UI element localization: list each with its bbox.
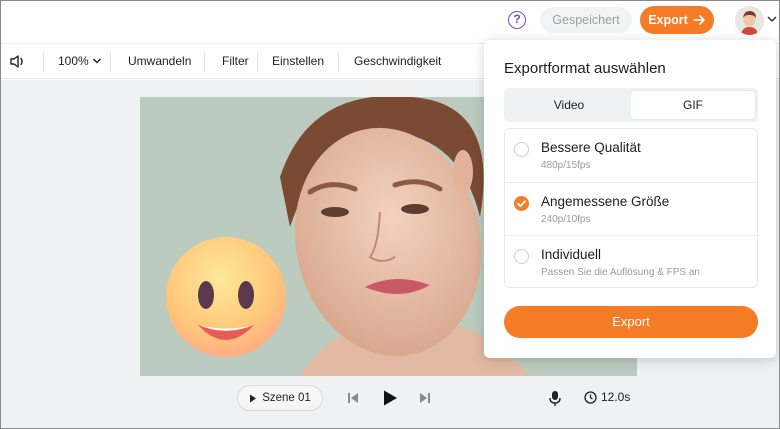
zoom-value: 100%: [58, 54, 89, 68]
export-button[interactable]: Export: [504, 306, 758, 338]
toolbar-divider: [338, 52, 339, 72]
panel-title: Exportformat auswählen: [504, 60, 666, 77]
app-window: ? Gespeichert Export 100% Umwandeln Filt…: [0, 0, 780, 429]
radio-unchecked-icon[interactable]: [514, 142, 529, 157]
option-subtitle: Passen Sie die Auflösung & FPS an: [541, 267, 700, 278]
question-circle-icon[interactable]: ?: [508, 11, 526, 29]
microphone-icon[interactable]: [549, 390, 561, 407]
duration-value: 12.0s: [601, 390, 631, 404]
avatar[interactable]: [735, 6, 764, 35]
option-title: Angemessene Größe: [541, 194, 670, 209]
toolbar-divider: [43, 52, 44, 72]
export-top-label: Export: [648, 13, 688, 27]
scene-button[interactable]: Szene 01: [237, 385, 323, 411]
toolbar-speed[interactable]: Geschwindigkeit: [354, 54, 441, 68]
toolbar-filter[interactable]: Filter: [222, 54, 249, 68]
radio-unchecked-icon[interactable]: [514, 249, 529, 264]
quality-options: Bessere Qualität 480p/15fps Angemessene …: [504, 128, 758, 288]
toolbar-adjust[interactable]: Einstellen: [272, 54, 324, 68]
option-custom[interactable]: Individuell Passen Sie die Auflösung & F…: [505, 235, 757, 288]
scene-label: Szene 01: [262, 392, 311, 404]
play-icon[interactable]: [383, 390, 398, 406]
duration-display: 12.0s: [584, 390, 630, 404]
saved-button[interactable]: Gespeichert: [540, 7, 632, 33]
chevron-down-icon: [92, 58, 101, 64]
chevron-down-icon[interactable]: [766, 13, 778, 25]
toolbar-convert[interactable]: Umwandeln: [128, 54, 191, 68]
option-better-quality[interactable]: Bessere Qualität 480p/15fps: [505, 129, 757, 182]
zoom-select[interactable]: 100%: [58, 54, 102, 68]
top-bar: ? Gespeichert Export: [1, 1, 779, 41]
toolbar-divider: [110, 52, 111, 72]
option-subtitle: 480p/15fps: [541, 160, 591, 171]
radio-checked-icon[interactable]: [514, 196, 529, 211]
tab-video[interactable]: Video: [507, 91, 631, 119]
arrow-right-icon: [692, 15, 705, 25]
tab-gif[interactable]: GIF: [631, 91, 755, 119]
option-subtitle: 240p/10fps: [541, 214, 591, 225]
skip-back-icon[interactable]: [347, 392, 359, 404]
export-top-button[interactable]: Export: [640, 6, 714, 34]
toolbar-divider: [257, 52, 258, 72]
format-tabs: Video GIF: [504, 88, 758, 122]
option-title: Bessere Qualität: [541, 140, 641, 155]
export-format-panel: Exportformat auswählen Video GIF Bessere…: [484, 40, 776, 358]
play-small-icon: [250, 394, 257, 402]
clock-icon: [584, 390, 597, 404]
option-title: Individuell: [541, 247, 602, 262]
option-appropriate-size[interactable]: Angemessene Größe 240p/10fps: [505, 182, 757, 235]
toolbar-divider: [204, 52, 205, 72]
volume-icon[interactable]: [10, 54, 26, 69]
skip-forward-icon[interactable]: [419, 392, 431, 404]
